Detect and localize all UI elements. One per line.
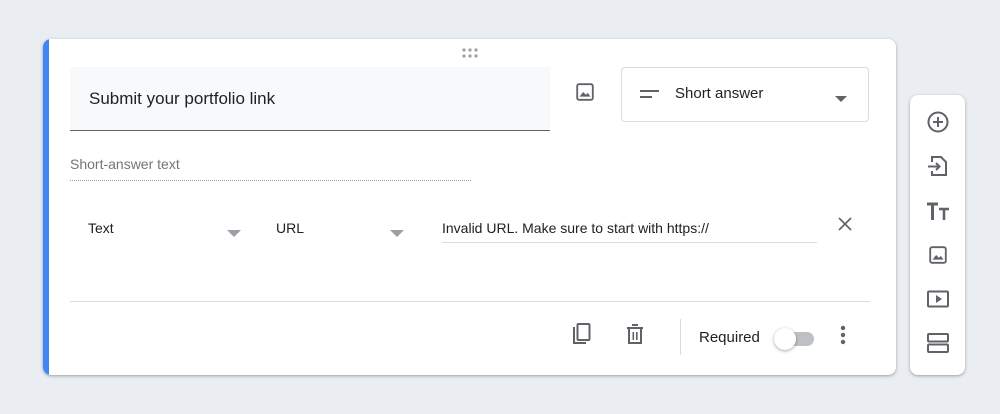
question-title-input[interactable]: Submit your portfolio link — [70, 67, 550, 131]
close-icon — [838, 216, 852, 236]
dropdown-arrow-icon — [835, 90, 847, 108]
import-icon — [927, 154, 949, 183]
video-icon — [926, 289, 950, 314]
add-image-tool-button[interactable] — [924, 243, 952, 271]
short-answer-placeholder: Short-answer text — [70, 156, 180, 172]
section-icon — [926, 332, 950, 359]
dropdown-arrow-icon — [227, 224, 241, 242]
short-answer-lines-icon — [640, 88, 660, 106]
add-video-button[interactable] — [924, 287, 952, 315]
side-toolbar — [910, 95, 965, 375]
footer-divider — [70, 301, 870, 302]
validation-kind-value: URL — [276, 220, 305, 236]
active-card-indicator — [43, 39, 49, 375]
question-title-text: Submit your portfolio link — [89, 88, 276, 108]
copy-icon — [570, 322, 592, 351]
custom-error-text-input[interactable]: Invalid URL. Make sure to start with htt… — [442, 211, 817, 243]
validation-type-value: Text — [88, 220, 114, 236]
validation-type-select[interactable]: Text — [70, 211, 255, 247]
validation-kind-select[interactable]: URL — [258, 211, 410, 247]
add-section-button[interactable] — [924, 331, 952, 359]
required-label: Required — [699, 329, 760, 346]
more-options-button[interactable] — [833, 325, 853, 349]
plus-circle-icon — [926, 110, 950, 139]
footer-vertical-divider — [680, 319, 681, 355]
response-validation-row: Text URL Invalid URL. Make sure to start… — [70, 211, 860, 251]
drag-handle-icon[interactable] — [460, 47, 480, 59]
image-icon — [927, 244, 949, 271]
more-vert-icon — [840, 325, 846, 350]
add-image-button[interactable] — [570, 79, 600, 109]
add-question-button[interactable] — [924, 110, 952, 138]
custom-error-text: Invalid URL. Make sure to start with htt… — [442, 220, 709, 236]
required-toggle[interactable] — [774, 327, 816, 350]
delete-button[interactable] — [621, 322, 649, 350]
question-card[interactable]: Submit your portfolio link Short answer … — [43, 39, 896, 375]
import-questions-button[interactable] — [924, 154, 952, 182]
short-answer-preview: Short-answer text — [70, 153, 471, 181]
duplicate-button[interactable] — [567, 322, 595, 350]
question-type-label: Short answer — [675, 85, 764, 102]
remove-validation-button[interactable] — [835, 216, 855, 236]
trash-icon — [625, 323, 645, 350]
image-icon — [574, 81, 596, 108]
add-title-button[interactable] — [924, 199, 952, 227]
toggle-thumb — [774, 328, 796, 350]
title-text-icon — [926, 201, 950, 226]
question-type-select[interactable]: Short answer — [621, 67, 869, 122]
dropdown-arrow-icon — [390, 224, 404, 242]
